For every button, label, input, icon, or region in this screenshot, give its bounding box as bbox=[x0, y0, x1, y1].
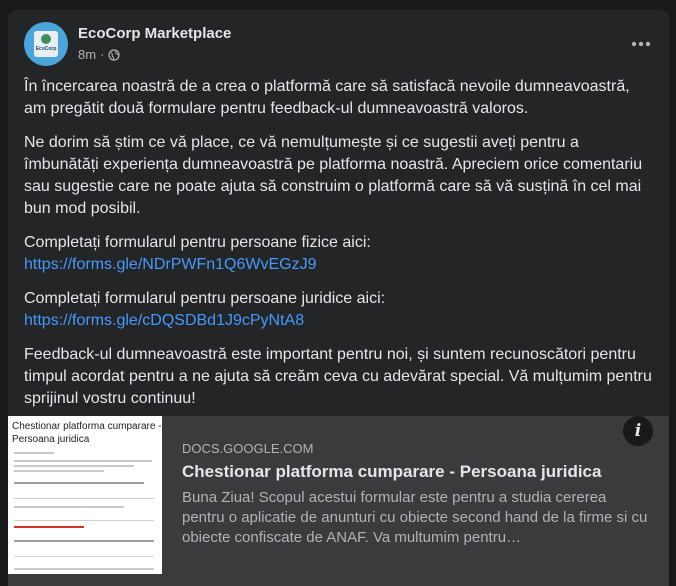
link-preview[interactable]: Chestionar platforma cumparare - Persoan… bbox=[8, 416, 669, 586]
thumbnail-text-line bbox=[14, 470, 104, 472]
page-name[interactable]: EcoCorp Marketplace bbox=[78, 24, 231, 44]
post-header: EcoCorp EcoCorp Marketplace 8m · bbox=[24, 22, 653, 66]
thumbnail-input bbox=[14, 488, 154, 499]
post-timestamp[interactable]: 8m bbox=[78, 46, 96, 64]
more-horizontal-icon bbox=[631, 41, 651, 47]
logo-text: EcoCorp bbox=[35, 46, 57, 52]
post-paragraph-closing: Feedback-ul dumneavoastră este important… bbox=[24, 346, 652, 407]
thumbnail-required-note bbox=[14, 526, 84, 528]
preview-description: Buna Ziua! Scopul acestui formular este … bbox=[182, 489, 648, 546]
thumbnail-input bbox=[14, 510, 154, 521]
avatar[interactable]: EcoCorp bbox=[24, 22, 68, 66]
form-companies-link[interactable]: https://forms.gle/cDQSDBd1J9cPyNtA8 bbox=[24, 312, 304, 329]
info-icon[interactable]: i bbox=[623, 416, 653, 446]
form-individuals: Completați formularul pentru persoane fi… bbox=[24, 232, 654, 276]
form-individuals-link[interactable]: https://forms.gle/NDrPWFn1Q6WvEGzJ9 bbox=[24, 256, 317, 273]
post-paragraph-intro: În încercarea noastră de a crea o platfo… bbox=[24, 78, 630, 117]
post-meta: 8m · bbox=[78, 46, 121, 64]
form-individuals-label: Completați formularul pentru persoane fi… bbox=[24, 234, 371, 251]
post-paragraph-feedback: Ne dorim să știm ce vă place, ce vă nemu… bbox=[24, 134, 643, 217]
page-logo: EcoCorp bbox=[34, 31, 58, 57]
post-text: În încercarea noastră de a crea o platfo… bbox=[24, 76, 654, 422]
more-options-button[interactable] bbox=[623, 26, 659, 62]
meta-separator: · bbox=[100, 47, 105, 62]
preview-title[interactable]: Chestionar platforma cumparare - Persoan… bbox=[182, 461, 653, 483]
form-companies-label: Completați formularul pentru persoane ju… bbox=[24, 290, 386, 307]
thumbnail-text-line bbox=[14, 506, 124, 508]
thumbnail-text-line bbox=[14, 540, 154, 542]
globe-icon[interactable] bbox=[108, 49, 121, 61]
thumbnail-text-line bbox=[14, 568, 154, 570]
thumbnail-text-line bbox=[14, 482, 144, 484]
thumbnail-input bbox=[14, 546, 154, 557]
form-companies: Completați formularul pentru persoane ju… bbox=[24, 288, 654, 332]
post-card: EcoCorp EcoCorp Marketplace 8m · În înce… bbox=[8, 10, 669, 586]
leaf-icon bbox=[41, 34, 51, 44]
thumbnail-text-line bbox=[14, 465, 134, 467]
thumbnail-text-line bbox=[14, 460, 152, 462]
preview-thumbnail: Chestionar platforma cumparare - Persoan… bbox=[8, 416, 162, 574]
preview-text: DOCS.GOOGLE.COM Chestionar platforma cum… bbox=[182, 440, 653, 548]
thumbnail-title: Chestionar platforma cumparare - Persoan… bbox=[12, 421, 162, 445]
preview-domain: DOCS.GOOGLE.COM bbox=[182, 441, 314, 456]
thumbnail-text-line bbox=[14, 452, 54, 454]
